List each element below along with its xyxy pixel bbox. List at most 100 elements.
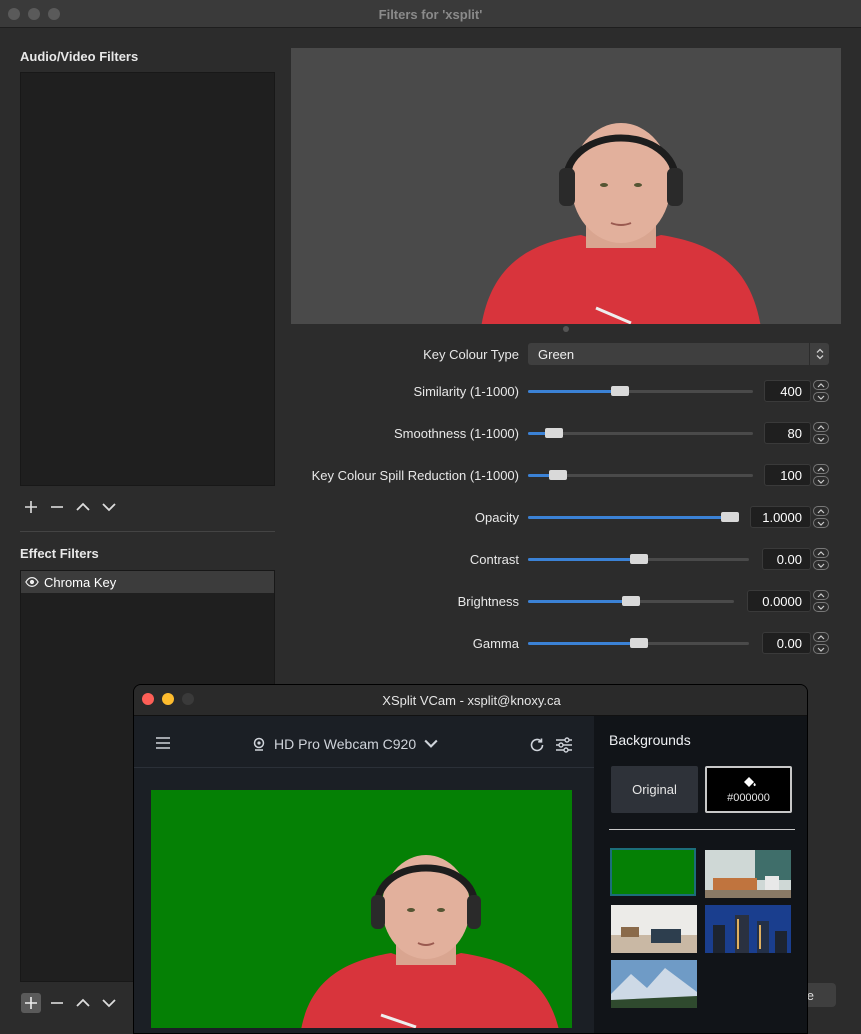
- opacity-stepper[interactable]: [813, 506, 829, 528]
- camera-name: HD Pro Webcam C920: [274, 736, 417, 752]
- stepper-up-icon[interactable]: [813, 464, 829, 474]
- audio-video-filters-label: Audio/Video Filters: [20, 49, 139, 64]
- stepper-down-icon[interactable]: [813, 560, 829, 570]
- add-filter-button[interactable]: [21, 497, 41, 517]
- chevron-up-icon: [76, 502, 90, 511]
- move-filter-down-button[interactable]: [99, 497, 119, 517]
- stepper-up-icon[interactable]: [813, 590, 829, 600]
- similarity-value-input[interactable]: 400: [764, 380, 811, 402]
- brightness-slider-thumb[interactable]: [622, 596, 640, 606]
- stepper-down-icon[interactable]: [813, 392, 829, 402]
- chevron-up-icon: [76, 998, 90, 1007]
- audio-video-filters-toolbar: [21, 497, 119, 517]
- contrast-slider-thumb[interactable]: [630, 554, 648, 564]
- similarity-stepper[interactable]: [813, 380, 829, 402]
- contrast-stepper[interactable]: [813, 548, 829, 570]
- stepper-up-icon[interactable]: [813, 506, 829, 516]
- smoothness-label: Smoothness (1-1000): [393, 426, 519, 441]
- spill-label: Key Colour Spill Reduction (1-1000): [311, 468, 519, 483]
- spill-slider-thumb[interactable]: [549, 470, 567, 480]
- opacity-slider-thumb[interactable]: [721, 512, 739, 522]
- smoothness-slider[interactable]: [528, 428, 753, 438]
- stepper-down-icon[interactable]: [813, 518, 829, 528]
- background-thumb-city[interactable]: [705, 905, 791, 953]
- key-colour-type-value: Green: [538, 346, 575, 362]
- spill-slider[interactable]: [528, 470, 753, 480]
- effect-filter-label: Chroma Key: [44, 574, 117, 590]
- spill-stepper[interactable]: [813, 464, 829, 486]
- color-hex-label: #000000: [727, 792, 770, 804]
- stepper-up-icon[interactable]: [813, 422, 829, 432]
- spill-value-input[interactable]: 100: [764, 464, 811, 486]
- refresh-icon[interactable]: [529, 737, 545, 753]
- settings-sliders-icon[interactable]: [555, 737, 573, 753]
- gamma-slider-thumb[interactable]: [630, 638, 648, 648]
- stepper-up-icon[interactable]: [813, 632, 829, 642]
- brightness-value-input[interactable]: 0.0000: [747, 590, 811, 612]
- smoothness-value-input[interactable]: 80: [764, 422, 811, 444]
- window-title: Filters for 'xsplit': [378, 7, 483, 22]
- effect-filter-item-chroma-key[interactable]: Chroma Key: [21, 571, 274, 593]
- gamma-stepper[interactable]: [813, 632, 829, 654]
- opacity-value-input[interactable]: 1.0000: [750, 506, 811, 528]
- brightness-slider[interactable]: [528, 596, 734, 606]
- color-background-button[interactable]: #000000: [705, 766, 792, 813]
- preview-resize-handle[interactable]: [563, 326, 569, 332]
- remove-filter-button[interactable]: [47, 497, 67, 517]
- stepper-down-icon[interactable]: [813, 644, 829, 654]
- webcam-person-image: [481, 123, 761, 324]
- background-thumb-mountains[interactable]: [611, 960, 697, 1008]
- key-colour-type-label: Key Colour Type: [423, 347, 519, 362]
- stepper-down-icon[interactable]: [813, 476, 829, 486]
- plus-icon: [25, 997, 37, 1009]
- similarity-slider-thumb[interactable]: [611, 386, 629, 396]
- gamma-value-input[interactable]: 0.00: [762, 632, 811, 654]
- contrast-slider[interactable]: [528, 554, 749, 564]
- backgrounds-panel: Backgrounds Original #000000: [594, 716, 807, 1033]
- webcam-person-image: [301, 855, 559, 1028]
- remove-effect-filter-button[interactable]: [47, 993, 67, 1013]
- camera-selector[interactable]: HD Pro Webcam C920: [252, 736, 438, 752]
- audio-video-filters-list[interactable]: [20, 72, 275, 486]
- original-background-button[interactable]: Original: [611, 766, 698, 813]
- gamma-slider[interactable]: [528, 638, 749, 648]
- background-thumb-desk[interactable]: [611, 905, 697, 953]
- stepper-down-icon[interactable]: [813, 602, 829, 612]
- background-thumb-living-room[interactable]: [705, 850, 791, 898]
- similarity-slider[interactable]: [528, 386, 753, 396]
- section-divider: [20, 531, 275, 532]
- smoothness-slider-thumb[interactable]: [545, 428, 563, 438]
- background-thumb-green[interactable]: [610, 848, 696, 896]
- opacity-slider-fill: [528, 516, 730, 519]
- add-effect-filter-button[interactable]: [21, 993, 41, 1013]
- vcam-toolbar: HD Pro Webcam C920: [134, 716, 594, 768]
- original-label: Original: [632, 782, 677, 797]
- chevron-down-icon: [102, 999, 116, 1008]
- move-filter-up-button[interactable]: [73, 497, 93, 517]
- chevron-down-icon: [424, 739, 438, 748]
- gamma-label: Gamma: [472, 636, 519, 651]
- brightness-slider-fill: [528, 600, 631, 603]
- stepper-down-icon[interactable]: [813, 434, 829, 444]
- filter-preview: [291, 48, 841, 324]
- webcam-icon: [253, 737, 265, 751]
- opacity-label: Opacity: [474, 510, 519, 525]
- brightness-stepper[interactable]: [813, 590, 829, 612]
- backgrounds-separator: [609, 829, 795, 830]
- vcam-title: XSplit VCam - xsplit@knoxy.ca: [382, 693, 561, 708]
- vcam-titlebar: XSplit VCam - xsplit@knoxy.ca: [134, 685, 807, 716]
- hamburger-menu-icon[interactable]: [155, 737, 171, 749]
- stepper-up-icon[interactable]: [813, 380, 829, 390]
- smoothness-stepper[interactable]: [813, 422, 829, 444]
- obs-titlebar: Filters for 'xsplit': [0, 0, 861, 28]
- move-effect-filter-down-button[interactable]: [99, 993, 119, 1013]
- xsplit-vcam-window: XSplit VCam - xsplit@knoxy.ca HD Pro Web…: [133, 684, 808, 1034]
- eye-icon[interactable]: [25, 575, 39, 589]
- brightness-label: Brightness: [457, 594, 519, 609]
- key-colour-type-select[interactable]: Green: [528, 343, 829, 365]
- move-effect-filter-up-button[interactable]: [73, 993, 93, 1013]
- minus-icon: [51, 1002, 63, 1004]
- contrast-value-input[interactable]: 0.00: [762, 548, 811, 570]
- stepper-up-icon[interactable]: [813, 548, 829, 558]
- opacity-slider[interactable]: [528, 512, 739, 522]
